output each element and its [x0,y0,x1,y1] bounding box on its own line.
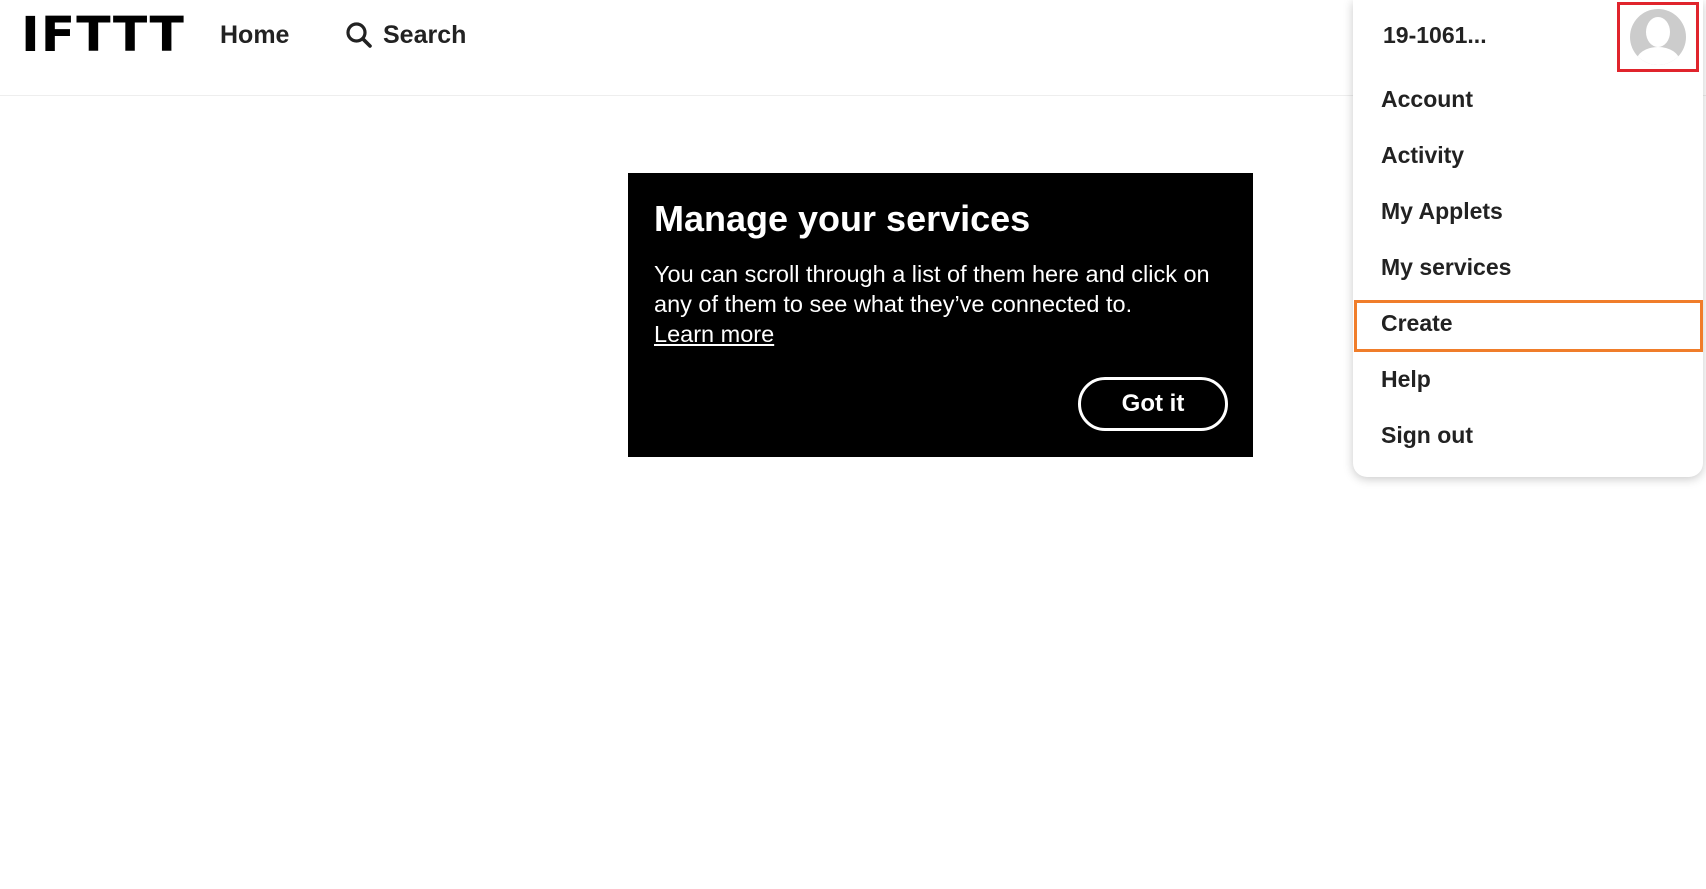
menu-item-my-services[interactable]: My services [1353,244,1703,300]
menu-item-create[interactable]: Create [1353,300,1703,356]
avatar-icon [1630,9,1686,65]
menu-item-help[interactable]: Help [1353,356,1703,412]
search-icon [345,21,373,49]
nav-search-label: Search [383,20,467,49]
nav-home-link[interactable]: Home [220,19,289,51]
tooltip-body: You can scroll through a list of them he… [654,259,1227,349]
got-it-button[interactable]: Got it [1078,377,1228,431]
menu-item-activity[interactable]: Activity [1353,132,1703,188]
account-menu: Account Activity My Applets My services … [1353,76,1703,468]
menu-item-my-applets[interactable]: My Applets [1353,188,1703,244]
nav-search-link[interactable]: Search [345,17,466,53]
manage-services-tooltip: Manage your services You can scroll thro… [628,173,1253,457]
account-dropdown: 19-1061... Account Activity My Applets M… [1353,0,1703,477]
menu-item-sign-out[interactable]: Sign out [1353,412,1703,468]
account-username: 19-1061... [1383,22,1487,48]
tooltip-title: Manage your services [654,198,1031,239]
avatar-button[interactable] [1617,2,1699,72]
learn-more-link[interactable]: Learn more [654,321,774,347]
ifttt-logo[interactable]: IFTTT [21,10,185,60]
tooltip-body-text: You can scroll through a list of them he… [654,261,1210,317]
menu-item-account[interactable]: Account [1353,76,1703,132]
